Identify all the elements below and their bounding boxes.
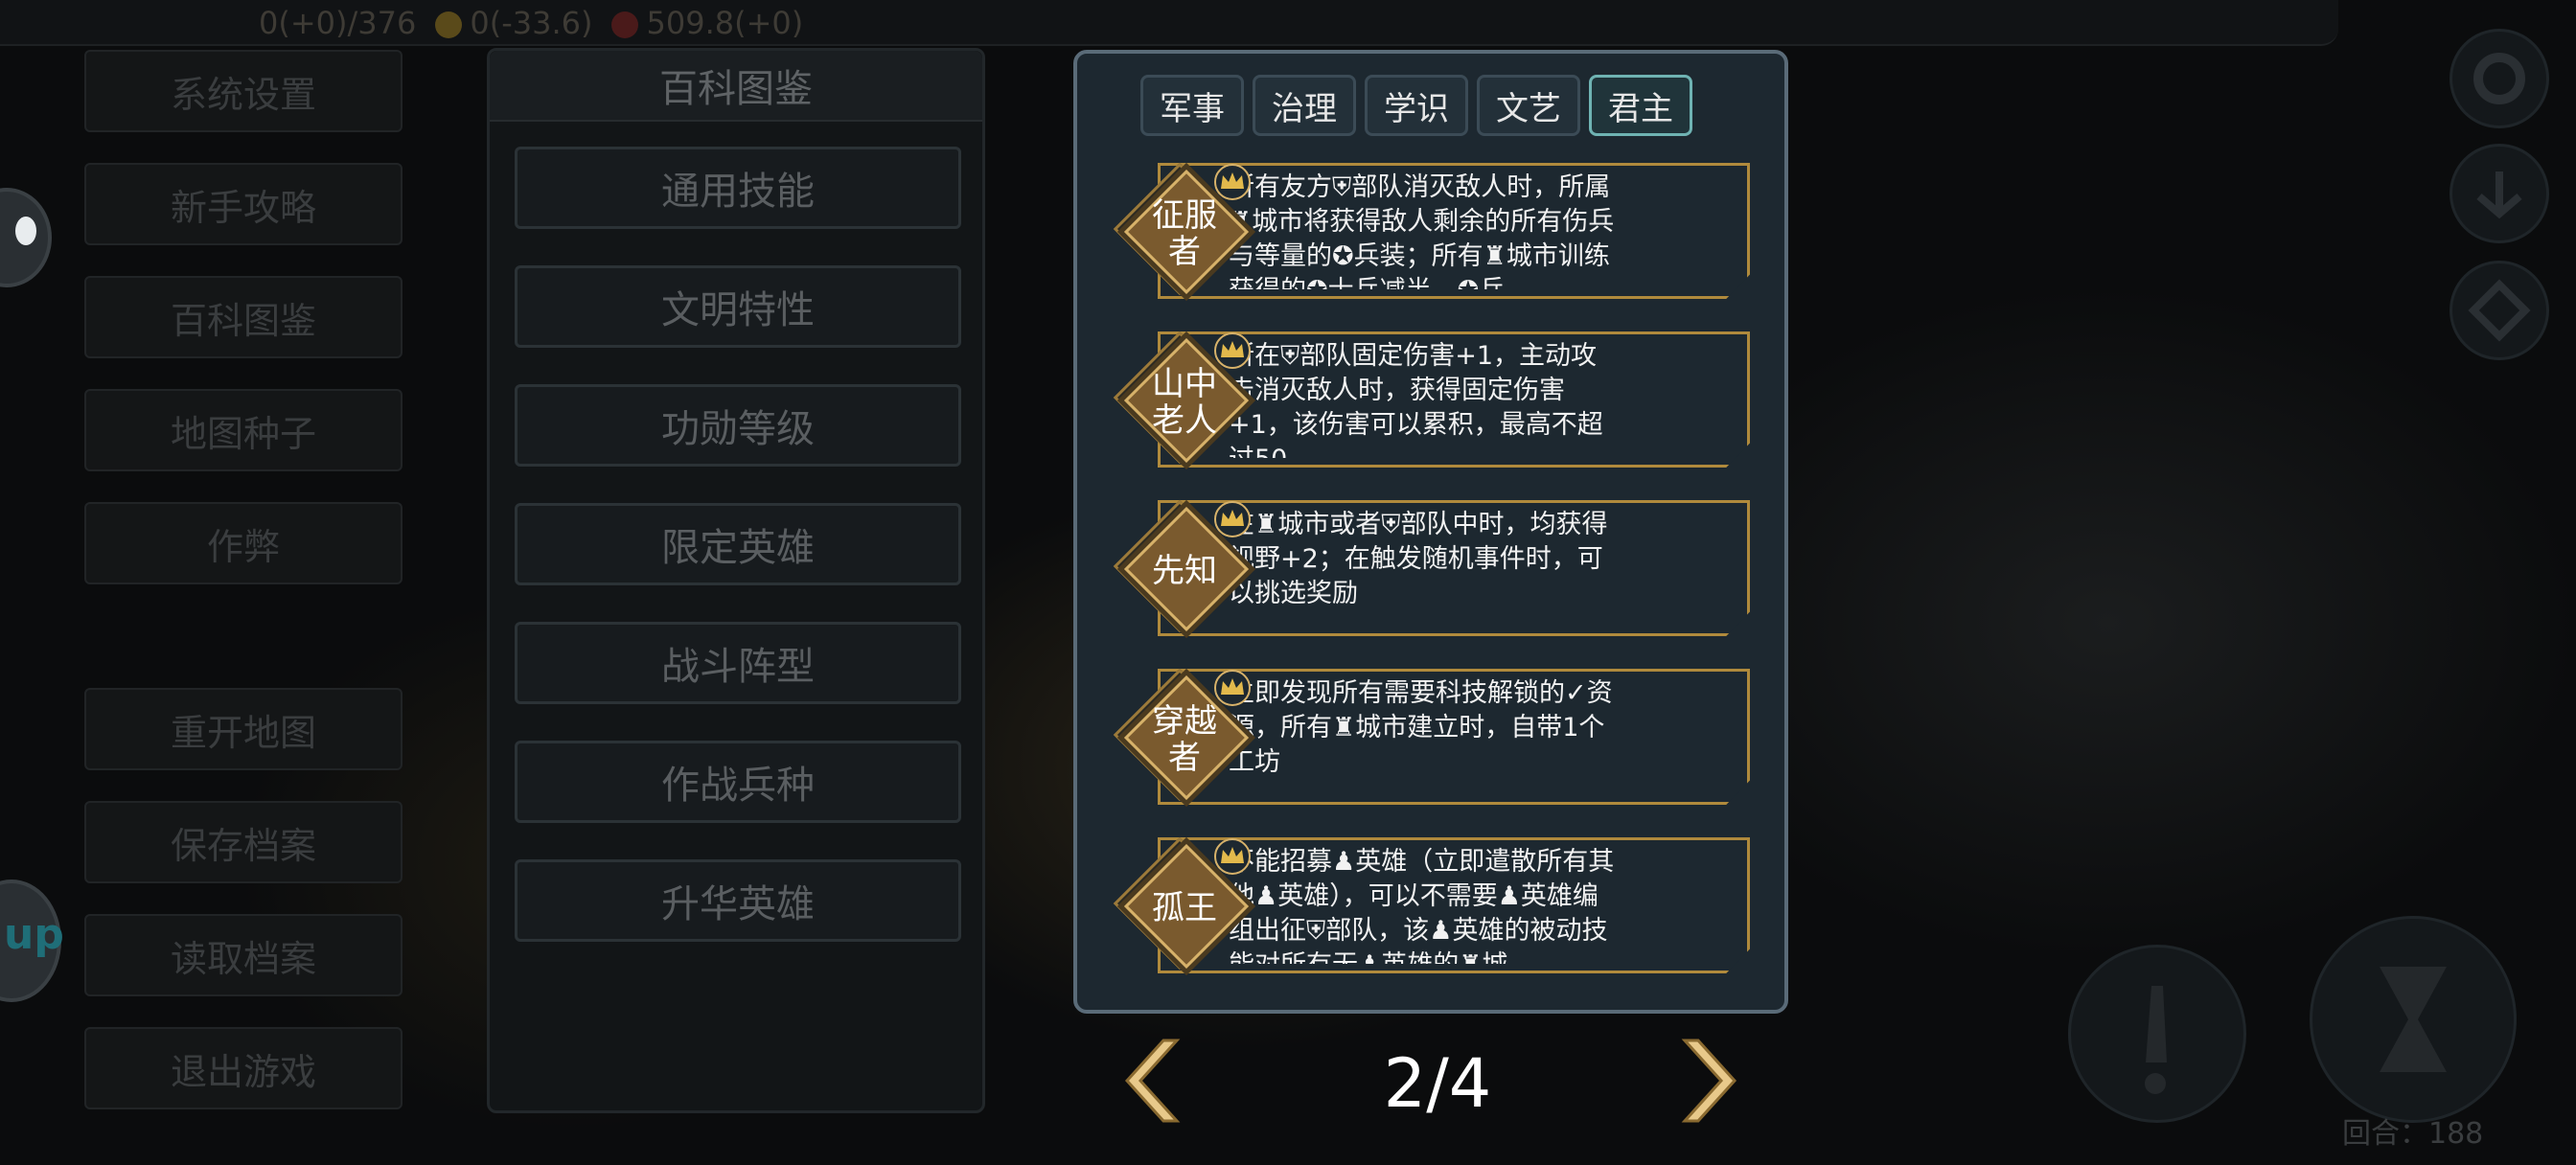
ency-general-skills[interactable]: 通用技能 [515,147,961,229]
alert-button[interactable] [2068,945,2246,1123]
trait-name: 山中 老人 [1152,365,1217,440]
trait-description: 在♜城市或者⛨部队中时，均获得视野+2；在触发随机事件时，可以挑选奖励 [1229,510,1608,608]
next-page-arrow-icon[interactable] [1673,1033,1740,1129]
menu-map-seed[interactable]: 地图种子 [84,389,402,471]
tab-military[interactable]: 军事 [1140,75,1244,136]
tap-tap-label: up [4,910,64,959]
crown-icon [1214,838,1251,875]
gold-coin-icon [435,11,463,38]
crown-icon [1214,164,1251,200]
menu-cheat[interactable]: 作弊 [84,502,402,584]
map-marker-button[interactable] [2450,261,2549,360]
ency-limited-heroes[interactable]: 限定英雄 [515,503,961,585]
ency-ascended-heroes[interactable]: 升华英雄 [515,859,961,942]
menu-system-settings[interactable]: 系统设置 [84,50,402,132]
tab-governance[interactable]: 治理 [1253,75,1356,136]
trait-name: 穿越者 [1152,702,1217,777]
trait-emblem: 穿越者 [1113,668,1254,809]
trait-name: 孤王 [1152,889,1217,927]
map-marker-icon [2468,279,2531,342]
food-icon [611,11,639,38]
trait-description: 不能招募♟英雄（立即遣散所有其他♟英雄），可以不需要♟英雄编组出征⛨部队，该♟英… [1229,847,1615,964]
menu-exit-game[interactable]: 退出游戏 [84,1027,402,1109]
trait-card[interactable]: 所有友方⛨部队消灭敌人时，所属♜城市将获得敌人剩余的所有伤兵与等量的✪兵装；所有… [1113,162,1752,307]
turn-counter: 回合：188 [2342,1117,2484,1151]
menu-encyclopedia[interactable]: 百科图鉴 [84,276,402,358]
gold-resource: 0(-33.6) [435,5,592,41]
tab-monarch[interactable]: 君主 [1589,75,1692,136]
trait-description: 立即发现所有需要科技解锁的✓资源，所有♜城市建立时，自带1个工坊 [1229,678,1613,777]
food-resource: 509.8(+0) [611,5,803,41]
encyclopedia-panel: 百科图鉴 通用技能 文明特性 功勋等级 限定英雄 战斗阵型 作战兵种 升华英雄 [487,48,985,1113]
trait-emblem: 先知 [1113,499,1254,640]
menu-restart-map[interactable]: 重开地图 [84,688,402,770]
trait-card[interactable]: 立即发现所有需要科技解锁的✓资源，所有♜城市建立时，自带1个工坊 穿越者 [1113,668,1752,812]
trait-card[interactable]: 所在⛨部队固定伤害+1，主动攻击消灭敌人时，获得固定伤害+1，该伤害可以累积，最… [1113,331,1752,475]
menu-beginner-guide[interactable]: 新手攻略 [84,163,402,245]
page-indicator: 2/4 [1383,1044,1492,1123]
crown-icon [1214,332,1251,369]
download-button[interactable] [2450,144,2549,243]
end-turn-button[interactable] [2310,916,2517,1123]
hourglass-icon [2380,967,2447,1072]
trait-emblem: 征服者 [1113,162,1254,303]
crown-icon [1214,670,1251,706]
top-resource-bar: 0(+0)/376 0(-33.6) 509.8(+0) [0,0,2338,46]
trait-emblem: 山中 老人 [1113,331,1254,471]
chat-bubble-icon [15,217,36,245]
trait-card[interactable]: 不能招募♟英雄（立即遣散所有其他♟英雄），可以不需要♟英雄编组出征⛨部队，该♟英… [1113,836,1752,981]
ency-civ-traits[interactable]: 文明特性 [515,265,961,348]
menu-load-game[interactable]: 读取档案 [84,914,402,996]
download-icon [2476,171,2522,219]
ency-unit-types[interactable]: 作战兵种 [515,741,961,823]
trait-name: 先知 [1152,552,1217,590]
tab-knowledge[interactable]: 学识 [1365,75,1468,136]
gear-icon [2473,53,2525,104]
exclamation-icon [2145,986,2167,1094]
trait-name: 征服者 [1152,196,1217,271]
encyclopedia-title: 百科图鉴 [490,51,982,122]
trait-panel: 军事 治理 学识 文艺 君主 所有友方⛨部队消灭敌人时，所属♜城市将获得敌人剩余… [1073,50,1788,1014]
trait-card[interactable]: 在♜城市或者⛨部队中时，均获得视野+2；在触发随机事件时，可以挑选奖励 先知 [1113,499,1752,644]
crown-icon [1214,501,1251,537]
trait-emblem: 孤王 [1113,836,1254,977]
ency-merit-levels[interactable]: 功勋等级 [515,384,961,467]
science-resource: 0(+0)/376 [259,5,417,41]
ency-battle-formations[interactable]: 战斗阵型 [515,622,961,704]
trait-description: 所有友方⛨部队消灭敌人时，所属♜城市将获得敌人剩余的所有伤兵与等量的✪兵装；所有… [1229,172,1615,289]
prev-page-arrow-icon[interactable] [1121,1033,1188,1129]
settings-gear-button[interactable] [2450,29,2549,128]
tab-arts[interactable]: 文艺 [1477,75,1580,136]
trait-description: 所在⛨部队固定伤害+1，主动攻击消灭敌人时，获得固定伤害+1，该伤害可以累积，最… [1229,341,1603,458]
menu-save-game[interactable]: 保存档案 [84,801,402,883]
